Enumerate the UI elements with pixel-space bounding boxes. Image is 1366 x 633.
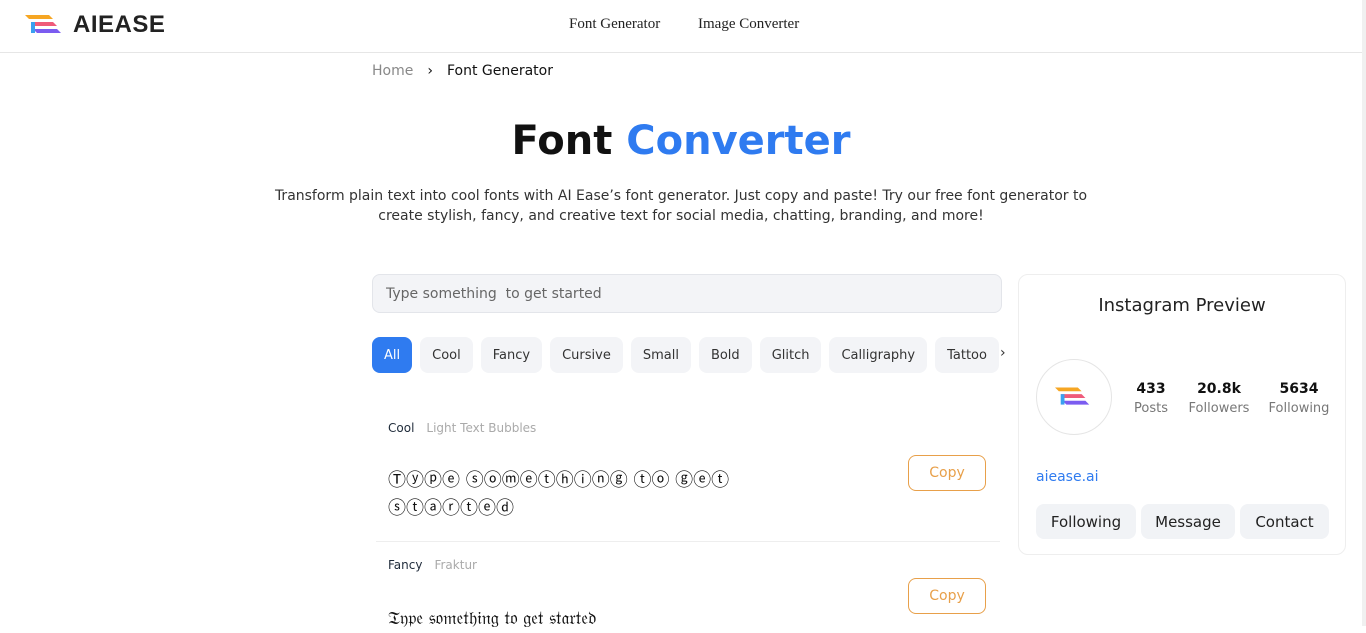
logo[interactable]: AIEASE [25,11,165,39]
result-header: Fancy Fraktur [388,558,477,572]
instagram-preview-card: Instagram Preview 433 Posts 20.8k Follower… [1018,274,1346,555]
copy-button[interactable]: Copy [908,455,986,491]
tab-small[interactable]: Small [630,337,691,373]
result-style: Fraktur [434,558,477,572]
stat-value: 20.8k [1197,381,1241,397]
copy-button[interactable]: Copy [908,578,986,614]
chevron-right-icon: › [427,63,433,79]
result-header: Cool Light Text Bubbles [388,421,536,435]
aiease-logo-icon [1055,387,1090,405]
breadcrumb-current: Font Generator [446,63,553,79]
category-tabs: All Cool Fancy Cursive Small Bold Glitch… [372,337,1000,373]
message-button[interactable]: Message [1141,504,1235,539]
title-part: Font [511,118,613,164]
stat-label: Posts [1134,401,1168,416]
scrollbar[interactable] [1362,0,1366,626]
tab-fancy[interactable]: Fancy [480,337,543,373]
following-button[interactable]: Following [1036,504,1136,539]
stat-following: 5634 Following [1259,381,1339,416]
avatar [1036,359,1112,435]
breadcrumb: Home › Font Generator [372,63,553,79]
result-style: Light Text Bubbles [426,421,537,435]
breadcrumb-home[interactable]: Home [372,63,413,79]
header: AIEASE Font Generator Image Converter [0,0,1362,53]
tab-cursive[interactable]: Cursive [550,337,623,373]
text-input[interactable] [372,274,1002,313]
tab-bold[interactable]: Bold [698,337,752,373]
subtitle: Transform plain text into cool fonts wit… [274,188,1088,224]
result-text: 𝔗𝔶𝔭𝔢 𝔰𝔬𝔪𝔢𝔱𝔥𝔦𝔫𝔤 𝔱𝔬 𝔤𝔢𝔱 𝔰𝔱𝔞𝔯𝔱𝔢𝔡 [388,608,597,629]
tab-all[interactable]: All [372,337,413,373]
tab-tattoo[interactable]: Tattoo [935,337,999,373]
result-category: Fancy [388,558,423,572]
contact-button[interactable]: Contact [1240,504,1329,539]
stat-label: Following [1268,401,1330,416]
stat-followers: 20.8k Followers [1179,381,1259,416]
title-highlight: Converter [626,118,851,164]
stat-label: Followers [1188,401,1250,416]
brand-name: AIEASE [73,11,166,38]
chevron-right-icon[interactable]: › [1000,345,1006,361]
result-category: Cool [388,421,415,435]
divider [376,541,1000,542]
tab-calligraphy[interactable]: Calligraphy [829,337,928,373]
tab-cool[interactable]: Cool [420,337,473,373]
page-title: Font Converter [0,118,1362,164]
stat-value: 5634 [1279,381,1319,397]
tab-glitch[interactable]: Glitch [759,337,822,373]
nav-image-converter[interactable]: Image Converter [698,16,799,33]
card-title: Instagram Preview [1098,295,1266,316]
profile-link[interactable]: aiease.ai [1036,469,1099,485]
nav-font-generator[interactable]: Font Generator [569,16,660,33]
result-text: Ⓣⓨⓟⓔ ⓢⓞⓜⓔⓣⓗⓘⓝⓖ ⓣⓞ ⓖⓔⓣ ⓢⓣⓐⓡⓣⓔⓓ [388,470,730,519]
aiease-logo-icon [25,15,61,33]
